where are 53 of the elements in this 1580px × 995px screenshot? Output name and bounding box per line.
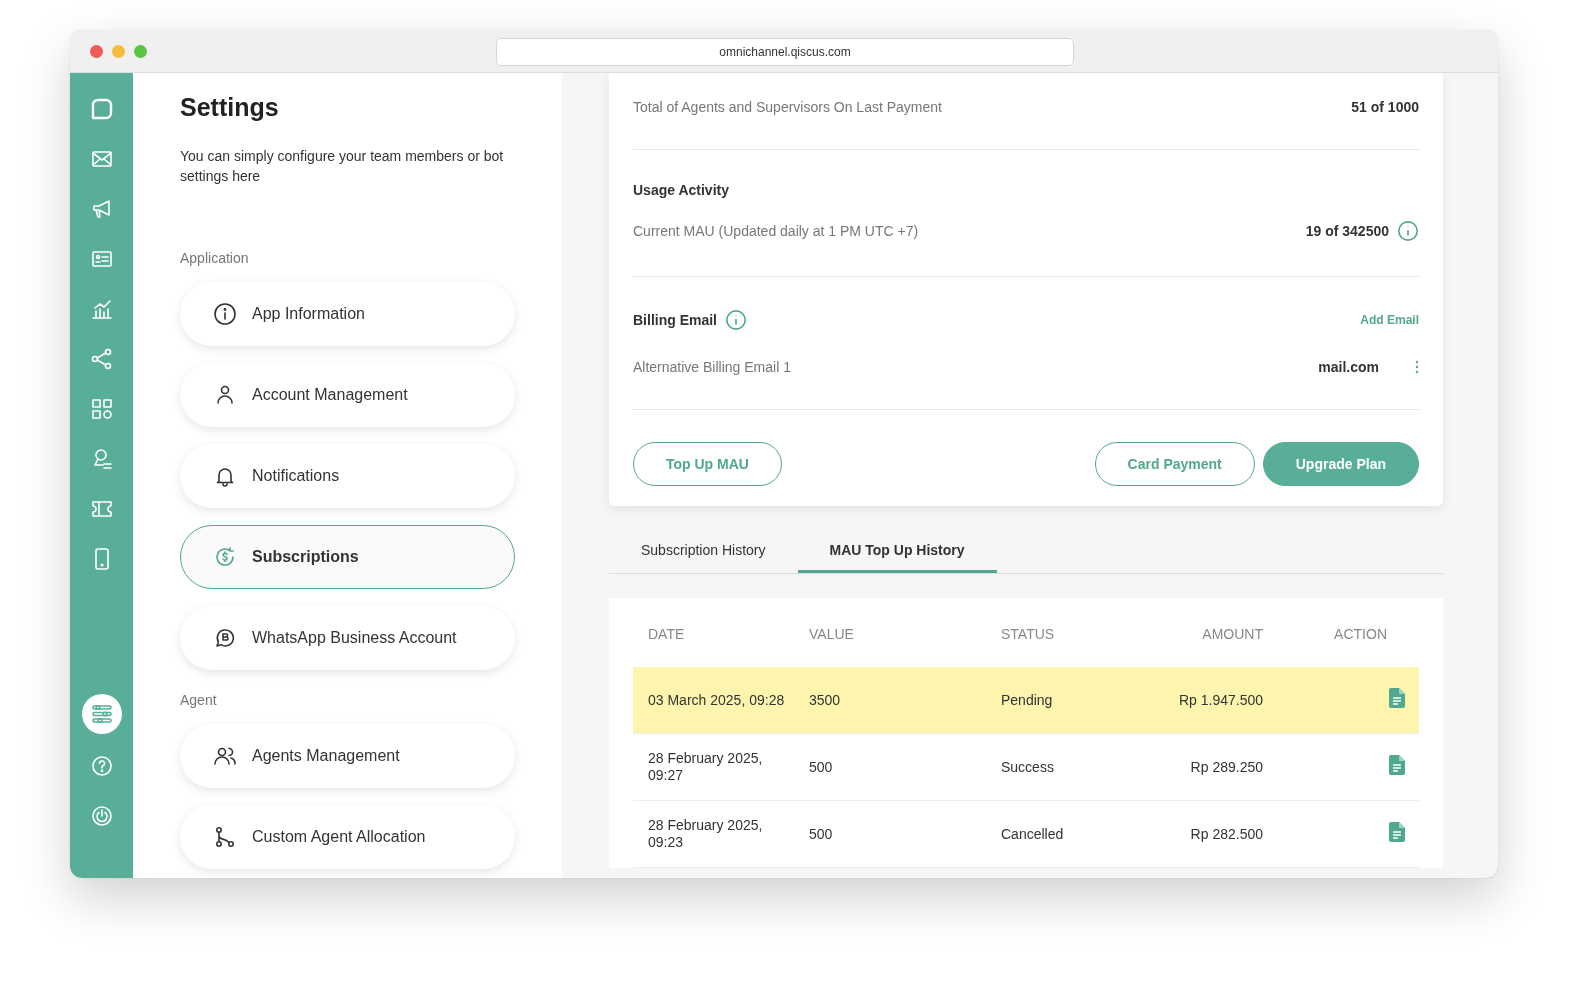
section-title: Usage Activity [633, 182, 730, 198]
section-title: Billing Email [633, 312, 717, 328]
tab[interactable]: Subscription History [609, 542, 798, 573]
mau-label: Current MAU (Updated daily at 1 PM UTC +7) [633, 223, 919, 239]
minimize-icon[interactable] [112, 44, 125, 58]
address-bar[interactable]: omnichannel.qiscus.com [496, 38, 1074, 66]
column-header: AMOUNT [1202, 626, 1263, 642]
column-header: STATUS [1001, 626, 1055, 642]
column-header: ACTION [1334, 626, 1387, 642]
table-cell: Pending [1001, 691, 1053, 708]
settings-menu-item[interactable]: Custom Agent Allocation [180, 805, 515, 869]
more-icon[interactable] [1415, 360, 1419, 374]
document-icon[interactable] [1389, 688, 1405, 708]
agents-label: Total of Agents and Supervisors On Last Payment [633, 99, 942, 115]
agents-value: 51 of 1000 [1351, 99, 1419, 115]
branch-icon [213, 825, 237, 849]
document-icon[interactable] [1389, 822, 1405, 842]
table-cell: Rp 1.947.500 [1178, 691, 1263, 708]
close-icon[interactable] [90, 44, 103, 58]
settings-menu-item[interactable]: Account Management [180, 363, 515, 427]
email-label: Alternative Billing Email 1 [633, 359, 791, 375]
maximize-icon[interactable] [134, 44, 147, 58]
settings-menu-item[interactable]: Subscriptions [180, 525, 515, 589]
table-cell: Cancelled [1001, 825, 1064, 842]
settings-menu-item[interactable]: Agents Management [180, 724, 515, 788]
settings-icon[interactable] [81, 694, 122, 734]
mau-value: 19 of 342500 [1305, 223, 1389, 239]
table-cell: 28 February 2025, 09:27 [648, 750, 763, 783]
page-description: You can simply configure your team members or bot settings here [180, 147, 505, 186]
tab[interactable]: MAU Top Up History [797, 542, 997, 573]
table-cell: 28 February 2025, 09:23 [648, 817, 763, 850]
chat-bubble-icon [213, 626, 237, 650]
settings-menu-item[interactable]: WhatsApp Business Account [180, 606, 515, 670]
table-cell: 03 March 2025, 09:28 [648, 691, 785, 708]
table-cell: 500 [809, 825, 833, 842]
info-icon [213, 302, 237, 326]
table-cell: Success [1001, 758, 1054, 775]
settings-menu-item[interactable]: App Information [180, 282, 515, 346]
table-cell: 3500 [809, 691, 841, 708]
table-cell: 500 [809, 758, 833, 775]
section-label: Application [180, 250, 250, 266]
document-icon[interactable] [1389, 755, 1405, 775]
dollar-refresh-icon [213, 545, 237, 569]
table-cell: Rp 289.250 [1190, 758, 1263, 775]
table-cell: Rp 282.500 [1190, 825, 1263, 842]
info-icon[interactable] [1397, 220, 1419, 242]
column-header: DATE [648, 626, 685, 642]
page-title: Settings [180, 93, 280, 122]
section-label: Agent [180, 692, 218, 708]
settings-menu-item[interactable]: Notifications [180, 444, 515, 508]
info-icon[interactable] [725, 309, 747, 331]
column-header: VALUE [809, 626, 854, 642]
email-value: mail.com [1318, 359, 1379, 375]
